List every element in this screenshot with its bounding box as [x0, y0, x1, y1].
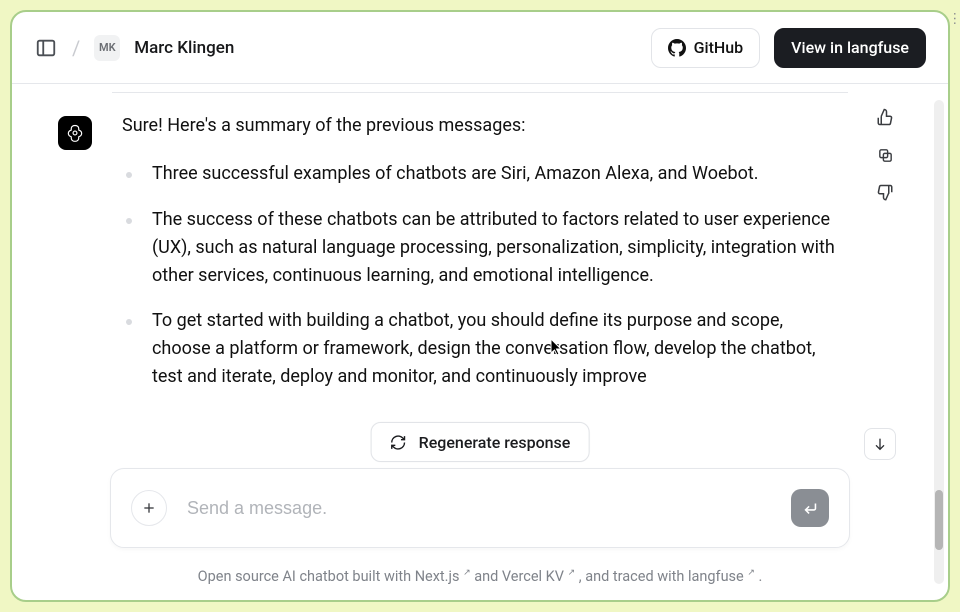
scrollbar-track[interactable] [934, 100, 944, 584]
footer-end: . [759, 568, 763, 585]
summary-list: Three successful examples of chatbots ar… [122, 160, 842, 391]
regenerate-label: Regenerate response [419, 433, 571, 452]
view-in-langfuse-button[interactable]: View in langfuse [774, 28, 926, 68]
message-divider [112, 92, 848, 93]
feedback-toolbar [876, 108, 894, 202]
sidebar-toggle-button[interactable] [34, 36, 58, 60]
message-input-bar [110, 468, 850, 548]
breadcrumb-separator: / [72, 36, 80, 60]
list-item: To get started with building a chatbot, … [140, 307, 842, 391]
refresh-icon [390, 434, 407, 451]
nextjs-link[interactable]: ↗ [463, 568, 471, 585]
assistant-message-intro: Sure! Here's a summary of the previous m… [122, 112, 842, 140]
assistant-message: Sure! Here's a summary of the previous m… [122, 112, 842, 409]
footer-text-1: Open source AI chatbot built with Next.j… [198, 568, 460, 585]
arrow-down-icon [872, 436, 888, 452]
browser-more-icon: ⋯ [947, 12, 960, 25]
footer-note: Open source AI chatbot built with Next.j… [12, 568, 948, 585]
footer-text-3: , and traced with langfuse [579, 568, 744, 585]
thumbs-up-button[interactable] [876, 108, 894, 126]
scroll-to-bottom-button[interactable] [864, 428, 896, 460]
panel-left-icon [35, 37, 57, 59]
plus-icon [141, 500, 157, 516]
github-button-label: GitHub [694, 38, 744, 57]
thumbs-down-button[interactable] [876, 184, 894, 202]
vercel-kv-link[interactable]: ↗ [568, 568, 576, 585]
github-button[interactable]: GitHub [651, 28, 761, 68]
message-input[interactable] [185, 497, 773, 520]
view-in-langfuse-label: View in langfuse [791, 38, 909, 57]
langfuse-link[interactable]: ↗ [747, 568, 755, 585]
list-item: Three successful examples of chatbots ar… [140, 160, 842, 188]
github-icon [668, 39, 686, 57]
copy-icon [877, 147, 894, 164]
copy-button[interactable] [876, 146, 894, 164]
regenerate-response-button[interactable]: Regenerate response [371, 422, 590, 462]
new-chat-button[interactable] [131, 490, 167, 526]
enter-icon [802, 500, 819, 517]
list-item: The success of these chatbots can be att… [140, 206, 842, 290]
send-button[interactable] [791, 489, 829, 527]
thumbs-down-icon [876, 184, 894, 202]
user-name: Marc Klingen [134, 38, 234, 58]
user-avatar: MK [94, 35, 120, 61]
scrollbar-thumb[interactable] [935, 490, 943, 550]
thumbs-up-icon [876, 108, 894, 126]
app-window: / MK Marc Klingen GitHub View in langfus… [10, 10, 950, 602]
assistant-avatar [58, 116, 92, 150]
openai-icon [65, 123, 85, 143]
assistant-message-row: Sure! Here's a summary of the previous m… [12, 84, 948, 409]
top-bar: / MK Marc Klingen GitHub View in langfus… [12, 12, 948, 84]
footer-text-2: and Vercel KV [474, 568, 564, 585]
